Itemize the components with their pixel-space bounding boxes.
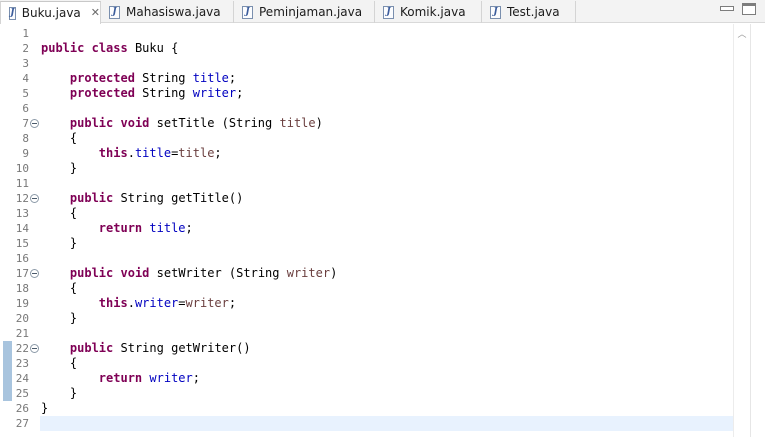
- close-icon[interactable]: ✕: [91, 7, 100, 18]
- line-number: 6: [22, 102, 29, 115]
- line-number: 25: [15, 387, 29, 400]
- line-number: 9: [22, 147, 29, 160]
- code-line[interactable]: return title;: [41, 221, 193, 236]
- line-number: 17: [15, 267, 29, 280]
- editor-tab-bar: J Buku.java ✕ J Mahasiswa.java J Peminja…: [0, 0, 765, 24]
- code-line[interactable]: }: [41, 236, 77, 251]
- line-number: 18: [15, 282, 29, 295]
- code-line[interactable]: public String getWriter(): [41, 341, 251, 356]
- tab-label: Mahasiswa.java: [126, 5, 221, 19]
- line-number: 16: [15, 252, 29, 265]
- tab-peminjaman-java[interactable]: J Peminjaman.java: [234, 1, 375, 23]
- java-file-icon: J: [490, 5, 501, 19]
- line-number: 4: [22, 72, 29, 85]
- tab-label: Peminjaman.java: [259, 5, 363, 19]
- line-number: 3: [22, 57, 29, 70]
- line-number: 21: [15, 327, 29, 340]
- code-line[interactable]: public class Buku {: [41, 41, 178, 56]
- java-file-icon: J: [383, 5, 394, 19]
- code-line[interactable]: }: [41, 386, 77, 401]
- line-number: 22: [15, 342, 29, 355]
- fold-collapse-icon[interactable]: [30, 119, 39, 128]
- fold-collapse-icon[interactable]: [30, 194, 39, 203]
- fold-collapse-icon[interactable]: [30, 269, 39, 278]
- vertical-scrollbar[interactable]: ︿: [733, 24, 750, 437]
- java-file-icon: J: [242, 5, 253, 19]
- code-editor[interactable]: 1 2 3 4 5 6 7 8 9 10 11 12 13 14 15 16 17 18 19 20 21 22 23 24 2…: [0, 24, 765, 437]
- code-line[interactable]: {: [41, 131, 77, 146]
- line-number: 12: [15, 192, 29, 205]
- line-number: 20: [15, 312, 29, 325]
- code-line[interactable]: protected String title;: [41, 71, 236, 86]
- line-number: 8: [22, 132, 29, 145]
- code-line[interactable]: }: [41, 161, 77, 176]
- line-number: 14: [15, 222, 29, 235]
- overview-ruler: [750, 24, 765, 437]
- tab-komik-java[interactable]: J Komik.java: [375, 1, 482, 23]
- tab-mahasiswa-java[interactable]: J Mahasiswa.java: [101, 1, 234, 23]
- line-number: 13: [15, 207, 29, 220]
- line-number: 27: [15, 417, 29, 430]
- code-line[interactable]: this.title=title;: [41, 146, 222, 161]
- code-line[interactable]: this.writer=writer;: [41, 296, 236, 311]
- tab-label: Komik.java: [400, 5, 466, 19]
- line-number: 11: [15, 177, 29, 190]
- line-number: 5: [22, 87, 29, 100]
- line-number: 24: [15, 372, 29, 385]
- line-number: 26: [15, 402, 29, 415]
- java-file-icon: J: [9, 6, 16, 20]
- tab-buku-java[interactable]: J Buku.java ✕: [0, 1, 101, 24]
- scroll-up-icon[interactable]: ︿: [737, 30, 747, 40]
- line-number: 7: [22, 117, 29, 130]
- code-line[interactable]: {: [41, 356, 77, 371]
- code-line[interactable]: public void setTitle (String title): [41, 116, 323, 131]
- code-line[interactable]: }: [41, 311, 77, 326]
- line-number: 19: [15, 297, 29, 310]
- code-line[interactable]: public void setWriter (String writer): [41, 266, 337, 281]
- code-line[interactable]: {: [41, 281, 77, 296]
- maximize-icon[interactable]: [742, 3, 756, 15]
- code-line[interactable]: }: [41, 401, 48, 416]
- line-number: 15: [15, 237, 29, 250]
- java-file-icon: J: [109, 5, 120, 19]
- tab-label: Test.java: [507, 5, 560, 19]
- current-line-highlight: [40, 416, 733, 431]
- line-number: 23: [15, 357, 29, 370]
- tab-test-java[interactable]: J Test.java: [482, 1, 576, 23]
- line-number: 1: [22, 27, 29, 40]
- line-number: 10: [15, 162, 29, 175]
- line-number: 2: [22, 42, 29, 55]
- code-line[interactable]: return writer;: [41, 371, 200, 386]
- tab-label: Buku.java: [21, 6, 81, 20]
- code-line[interactable]: {: [41, 206, 77, 221]
- line-number-ruler: 1 2 3 4 5 6 7 8 9 10 11 12 13 14 15 16 17 18 19 20 21 22 23 24 2…: [0, 24, 40, 437]
- code-line[interactable]: protected String writer;: [41, 86, 243, 101]
- code-text-area[interactable]: public class Buku { protected String tit…: [40, 24, 733, 437]
- code-line[interactable]: public String getTitle(): [41, 191, 243, 206]
- fold-collapse-icon[interactable]: [30, 344, 39, 353]
- minimize-icon[interactable]: [720, 6, 734, 11]
